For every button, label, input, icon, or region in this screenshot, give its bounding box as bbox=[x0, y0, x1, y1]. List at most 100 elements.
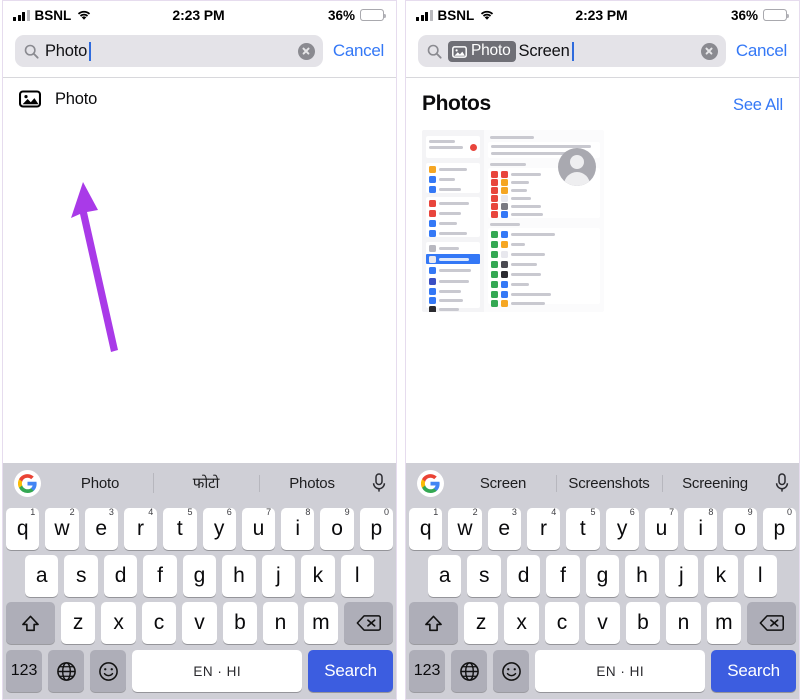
key-label: o bbox=[734, 517, 746, 540]
key-g[interactable]: g bbox=[182, 555, 217, 597]
battery-icon bbox=[360, 9, 387, 21]
key-o[interactable]: 9o bbox=[320, 507, 354, 550]
key-label: e bbox=[95, 517, 108, 540]
shift-key[interactable] bbox=[409, 602, 458, 644]
suggestion-1[interactable]: फोटो bbox=[153, 471, 259, 495]
space-key[interactable]: EN · HI bbox=[132, 650, 303, 692]
numeric-key[interactable]: 123 bbox=[409, 650, 446, 692]
cancel-button[interactable]: Cancel bbox=[736, 41, 787, 61]
key-f[interactable]: f bbox=[546, 555, 580, 597]
key-t[interactable]: 5t bbox=[163, 507, 197, 550]
globe-icon[interactable] bbox=[451, 650, 488, 692]
search-key[interactable]: Search bbox=[711, 650, 797, 692]
shift-key[interactable] bbox=[6, 602, 55, 644]
suggestion-0[interactable]: Screen bbox=[450, 473, 556, 494]
key-z[interactable]: z bbox=[463, 602, 499, 644]
search-input[interactable]: Photo Screen bbox=[418, 35, 726, 67]
key-f[interactable]: f bbox=[143, 555, 177, 597]
key-r[interactable]: 4r bbox=[526, 507, 561, 550]
clear-search-button[interactable] bbox=[700, 42, 718, 60]
key-v[interactable]: v bbox=[585, 602, 620, 644]
key-q[interactable]: 1q bbox=[6, 507, 40, 550]
key-s[interactable]: s bbox=[467, 555, 501, 597]
key-m[interactable]: m bbox=[303, 602, 339, 644]
numeric-key[interactable]: 123 bbox=[6, 650, 43, 692]
section-title: Photos bbox=[422, 92, 491, 115]
key-o[interactable]: 9o bbox=[723, 507, 757, 550]
key-y[interactable]: 6y bbox=[202, 507, 236, 550]
emoji-icon[interactable] bbox=[90, 650, 127, 692]
keyboard-row-2: a s d f g h j k l bbox=[406, 555, 799, 597]
key-i[interactable]: 8i bbox=[684, 507, 718, 550]
microphone-icon[interactable] bbox=[774, 472, 790, 494]
key-k[interactable]: k bbox=[704, 555, 738, 597]
globe-icon[interactable] bbox=[48, 650, 85, 692]
suggestion-2[interactable]: Photos bbox=[259, 473, 365, 494]
suggestion-0[interactable]: Photo bbox=[47, 473, 153, 494]
key-d[interactable]: d bbox=[506, 555, 541, 597]
search-token-label: Photo bbox=[471, 41, 511, 59]
key-s[interactable]: s bbox=[64, 555, 98, 597]
emoji-icon[interactable] bbox=[493, 650, 530, 692]
photo-thumbnail[interactable] bbox=[422, 130, 604, 312]
key-j[interactable]: j bbox=[664, 555, 699, 597]
key-i[interactable]: 8i bbox=[281, 507, 315, 550]
key-w[interactable]: 2w bbox=[45, 507, 79, 550]
key-b[interactable]: b bbox=[625, 602, 661, 644]
key-u[interactable]: 7u bbox=[241, 507, 276, 550]
key-v[interactable]: v bbox=[182, 602, 217, 644]
key-h[interactable]: h bbox=[625, 555, 659, 597]
key-g[interactable]: g bbox=[585, 555, 620, 597]
search-key[interactable]: Search bbox=[308, 650, 394, 692]
key-c[interactable]: c bbox=[544, 602, 580, 644]
key-k[interactable]: k bbox=[301, 555, 335, 597]
key-e[interactable]: 3e bbox=[84, 507, 118, 550]
clear-search-button[interactable] bbox=[297, 42, 315, 60]
key-a[interactable]: a bbox=[25, 555, 59, 597]
key-d[interactable]: d bbox=[103, 555, 138, 597]
search-token[interactable]: Photo bbox=[448, 40, 516, 62]
key-a[interactable]: a bbox=[428, 555, 462, 597]
keyboard-row-2: a s d f g h j k l bbox=[3, 555, 396, 597]
list-item[interactable]: Photo bbox=[3, 78, 396, 120]
key-e[interactable]: 3e bbox=[487, 507, 521, 550]
space-key[interactable]: EN · HI bbox=[535, 650, 706, 692]
search-results-area: Photo bbox=[3, 78, 396, 463]
key-z[interactable]: z bbox=[60, 602, 96, 644]
key-x[interactable]: x bbox=[101, 602, 136, 644]
backspace-key[interactable] bbox=[344, 602, 394, 644]
backspace-key[interactable] bbox=[747, 602, 797, 644]
suggestion-1[interactable]: Screenshots bbox=[556, 473, 662, 494]
see-all-link[interactable]: See All bbox=[733, 96, 783, 115]
google-logo-icon bbox=[417, 469, 444, 497]
key-c[interactable]: c bbox=[141, 602, 177, 644]
suggestion-2[interactable]: Screening bbox=[662, 473, 768, 494]
key-label: p bbox=[773, 517, 786, 540]
photo-icon bbox=[452, 45, 467, 58]
key-m[interactable]: m bbox=[706, 602, 742, 644]
cancel-button[interactable]: Cancel bbox=[333, 41, 384, 61]
key-j[interactable]: j bbox=[261, 555, 296, 597]
key-x[interactable]: x bbox=[504, 602, 539, 644]
microphone-icon[interactable] bbox=[371, 472, 387, 494]
cellular-signal-icon bbox=[13, 9, 30, 21]
key-q[interactable]: 1q bbox=[409, 507, 443, 550]
key-l[interactable]: l bbox=[340, 555, 374, 597]
clock-label: 2:23 PM bbox=[575, 7, 628, 23]
google-logo-icon bbox=[14, 469, 41, 497]
search-input[interactable]: Photo bbox=[15, 35, 323, 67]
key-y[interactable]: 6y bbox=[605, 507, 639, 550]
key-t[interactable]: 5t bbox=[566, 507, 600, 550]
key-b[interactable]: b bbox=[222, 602, 258, 644]
key-r[interactable]: 4r bbox=[123, 507, 158, 550]
text-caret bbox=[571, 41, 574, 61]
key-p[interactable]: 0p bbox=[762, 507, 796, 550]
key-h[interactable]: h bbox=[222, 555, 256, 597]
key-w[interactable]: 2w bbox=[448, 507, 482, 550]
key-l[interactable]: l bbox=[743, 555, 777, 597]
key-n[interactable]: n bbox=[263, 602, 298, 644]
key-u[interactable]: 7u bbox=[644, 507, 679, 550]
search-icon bbox=[427, 44, 442, 59]
key-p[interactable]: 0p bbox=[359, 507, 393, 550]
key-n[interactable]: n bbox=[666, 602, 701, 644]
